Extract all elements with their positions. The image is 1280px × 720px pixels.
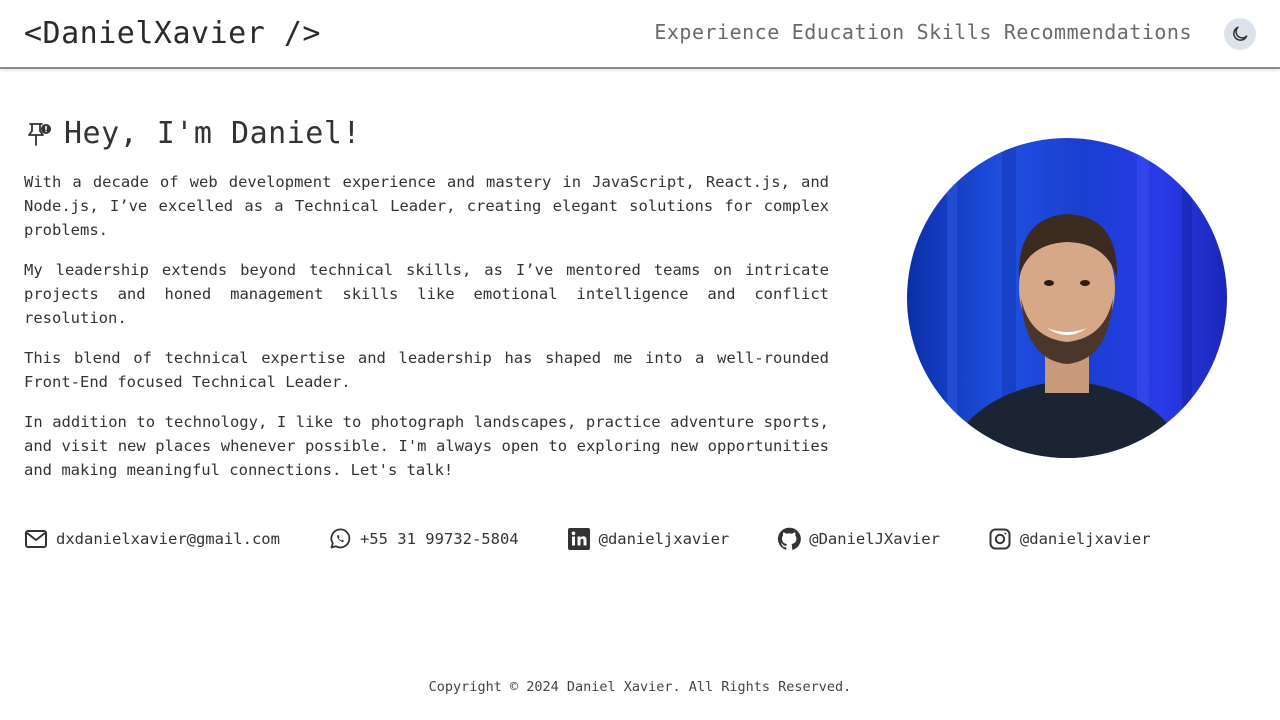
nav-skills[interactable]: Skills xyxy=(917,20,992,44)
site-header: <DanielXavier /> Experience Education Sk… xyxy=(0,0,1280,69)
hero-heading: Hey, I'm Daniel! xyxy=(24,116,361,151)
site-footer: Copyright © 2024 Daniel Xavier. All Righ… xyxy=(0,679,1280,695)
email-icon xyxy=(25,530,47,548)
contact-github-text: @DanielJXavier xyxy=(809,530,940,548)
profile-photo-image xyxy=(907,138,1227,458)
bio-paragraph: My leadership extends beyond technical s… xyxy=(24,261,829,327)
bio-paragraph: With a decade of web development experie… xyxy=(24,173,829,239)
bio-paragraph: This blend of technical expertise and le… xyxy=(24,349,829,391)
theme-toggle-button[interactable] xyxy=(1224,18,1256,50)
github-icon xyxy=(778,527,802,550)
copyright-text: Copyright © 2024 Daniel Xavier. All Righ… xyxy=(428,679,852,695)
site-logo[interactable]: <DanielXavier /> xyxy=(24,16,321,51)
contact-whatsapp[interactable]: +55 31 99732-5804 xyxy=(328,527,519,551)
contact-github[interactable]: @DanielJXavier xyxy=(777,527,940,551)
contact-email[interactable]: dxdanielxavier@gmail.com xyxy=(24,527,280,551)
contact-email-text: dxdanielxavier@gmail.com xyxy=(56,530,280,548)
nav-recommendations[interactable]: Recommendations xyxy=(1004,20,1192,44)
profile-photo xyxy=(907,138,1227,458)
linkedin-icon xyxy=(567,528,590,550)
contact-linkedin-text: @danieljxavier xyxy=(598,530,730,548)
bio-paragraph: In addition to technology, I like to pho… xyxy=(24,413,829,479)
nav-experience[interactable]: Experience xyxy=(654,20,779,44)
main-nav: Experience Education Skills Recommendati… xyxy=(654,20,1192,44)
nav-education[interactable]: Education xyxy=(792,20,905,44)
contact-whatsapp-text: +55 31 99732-5804 xyxy=(359,530,519,548)
contact-instagram-text: @danieljxavier xyxy=(1019,530,1151,548)
contact-linkedin[interactable]: @danieljxavier xyxy=(567,527,730,551)
pin-icon xyxy=(28,122,51,146)
contact-instagram[interactable]: @danieljxavier xyxy=(988,527,1151,551)
contact-list: dxdanielxavier@gmail.com +55 31 99732-58… xyxy=(24,527,1151,551)
moon-icon xyxy=(1233,26,1248,41)
whatsapp-icon xyxy=(330,528,351,549)
hero-title: Hey, I'm Daniel! xyxy=(64,116,361,151)
instagram-icon xyxy=(989,528,1011,550)
bio-section: With a decade of web development experie… xyxy=(24,170,829,498)
